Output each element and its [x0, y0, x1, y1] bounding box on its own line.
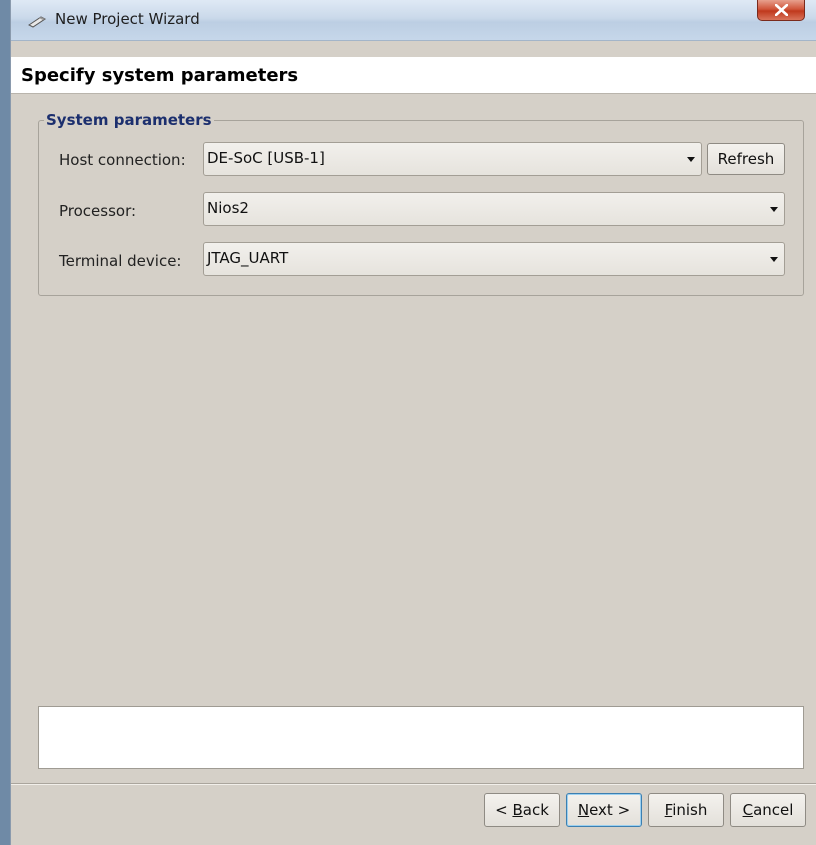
close-button[interactable] — [757, 0, 805, 21]
next-mnemonic: N — [577, 801, 590, 819]
processor-label: Processor: — [59, 202, 137, 220]
finish-rest: inish — [672, 801, 708, 819]
host-connection-label: Host connection: — [59, 151, 186, 169]
cancel-mnemonic: C — [742, 801, 754, 819]
processor-select[interactable]: Nios2 — [203, 192, 785, 226]
chevron-down-icon[interactable] — [687, 157, 695, 162]
system-parameters-group: System parameters Host connection: DE-So… — [38, 111, 804, 296]
wizard-window: New Project Wizard Specify system parame… — [10, 0, 816, 845]
group-legend: System parameters — [44, 111, 214, 129]
cancel-rest: ancel — [753, 801, 794, 819]
button-separator — [11, 783, 816, 785]
wizard-wand-icon — [27, 13, 47, 28]
back-mnemonic: B — [512, 801, 523, 819]
page-header: Specify system parameters — [11, 57, 816, 94]
terminal-device-label: Terminal device: — [59, 252, 182, 270]
close-icon — [775, 4, 788, 16]
cancel-button[interactable]: Cancel — [730, 793, 806, 827]
window-title: New Project Wizard — [55, 10, 200, 28]
refresh-button[interactable]: Refresh — [707, 143, 785, 175]
terminal-device-value: JTAG_UART — [207, 249, 289, 267]
host-connection-value: DE-SoC [USB-1] — [207, 149, 325, 167]
back-button[interactable]: < Back — [484, 793, 560, 827]
back-rest: ack — [522, 801, 549, 819]
terminal-device-select[interactable]: JTAG_UART — [203, 242, 785, 276]
finish-button[interactable]: Finish — [648, 793, 724, 827]
chevron-down-icon[interactable] — [770, 207, 778, 212]
processor-value: Nios2 — [207, 199, 249, 217]
title-bar[interactable]: New Project Wizard — [11, 0, 816, 41]
next-rest: ext > — [589, 801, 631, 819]
chevron-down-icon[interactable] — [770, 257, 778, 262]
next-button[interactable]: Next > — [566, 793, 642, 827]
host-connection-select[interactable]: DE-SoC [USB-1] — [203, 142, 702, 176]
back-prefix: < — [495, 801, 513, 819]
page-title: Specify system parameters — [21, 65, 299, 86]
message-area — [38, 706, 804, 769]
